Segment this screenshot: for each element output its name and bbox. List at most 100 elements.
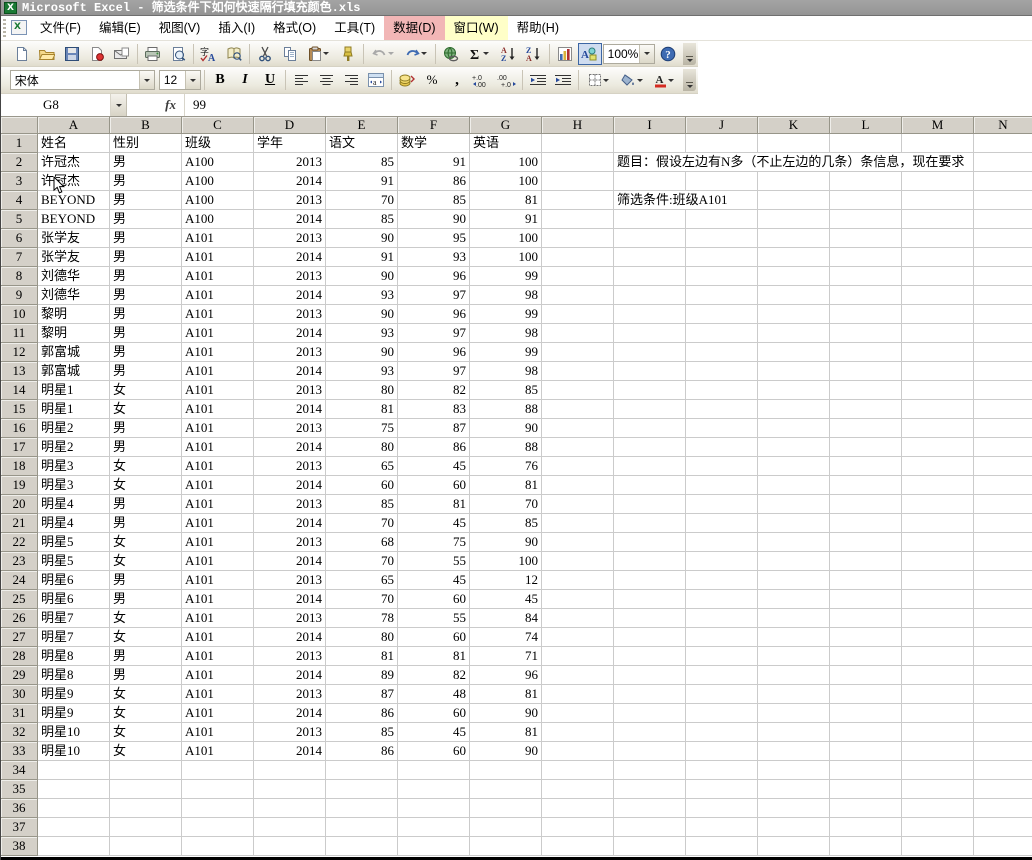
cell-F16[interactable]: 87	[398, 419, 470, 438]
cell-E29[interactable]: 89	[326, 666, 398, 685]
col-header-D[interactable]: D	[254, 117, 326, 134]
cell-C22[interactable]: A101	[182, 533, 254, 552]
cell-F20[interactable]: 81	[398, 495, 470, 514]
cell-K32[interactable]	[758, 723, 830, 742]
drawing-button[interactable]: A	[577, 42, 602, 65]
cell-L15[interactable]	[830, 400, 902, 419]
cell-A4[interactable]: BEYOND	[38, 191, 110, 210]
cell-H21[interactable]	[542, 514, 614, 533]
currency-button[interactable]	[395, 69, 419, 91]
cell-F5[interactable]: 90	[398, 210, 470, 229]
cell-N34[interactable]	[974, 761, 1032, 780]
menu-item-edit[interactable]: 编辑(E)	[90, 16, 150, 40]
annotation-I4[interactable]: 筛选条件:班级A101	[617, 191, 732, 209]
row-header-30[interactable]: 30	[1, 685, 38, 704]
cell-C2[interactable]: A100	[182, 153, 254, 172]
row-header-8[interactable]: 8	[1, 267, 38, 286]
cell-G29[interactable]: 96	[470, 666, 542, 685]
cell-H26[interactable]	[542, 609, 614, 628]
cell-N25[interactable]	[974, 590, 1032, 609]
cell-H7[interactable]	[542, 248, 614, 267]
cell-D10[interactable]: 2013	[254, 305, 326, 324]
row-header-4[interactable]: 4	[1, 191, 38, 210]
cell-C1[interactable]: 班级	[182, 134, 254, 153]
cell-A14[interactable]: 明星1	[38, 381, 110, 400]
cell-F38[interactable]	[398, 837, 470, 856]
cell-D33[interactable]: 2014	[254, 742, 326, 761]
cell-C31[interactable]: A101	[182, 704, 254, 723]
menu-item-view[interactable]: 视图(V)	[150, 16, 210, 40]
cell-B4[interactable]: 男	[110, 191, 182, 210]
cell-L4[interactable]	[830, 191, 902, 210]
cell-G30[interactable]: 81	[470, 685, 542, 704]
cell-E25[interactable]: 70	[326, 590, 398, 609]
cell-N17[interactable]	[974, 438, 1032, 457]
cell-E24[interactable]: 65	[326, 571, 398, 590]
cell-N26[interactable]	[974, 609, 1032, 628]
cell-M22[interactable]	[902, 533, 974, 552]
cell-D22[interactable]: 2013	[254, 533, 326, 552]
cell-E36[interactable]	[326, 799, 398, 818]
cell-G21[interactable]: 85	[470, 514, 542, 533]
cell-M26[interactable]	[902, 609, 974, 628]
cell-I7[interactable]	[614, 248, 686, 267]
cell-D18[interactable]: 2013	[254, 457, 326, 476]
cell-D36[interactable]	[254, 799, 326, 818]
permission-button[interactable]	[85, 43, 109, 65]
cell-C4[interactable]: A100	[182, 191, 254, 210]
redo-button[interactable]	[400, 43, 432, 65]
cell-H31[interactable]	[542, 704, 614, 723]
cell-N10[interactable]	[974, 305, 1032, 324]
cell-K1[interactable]	[758, 134, 830, 153]
cell-J11[interactable]	[686, 324, 758, 343]
cell-H23[interactable]	[542, 552, 614, 571]
cell-L8[interactable]	[830, 267, 902, 286]
cell-M13[interactable]	[902, 362, 974, 381]
cell-F8[interactable]: 96	[398, 267, 470, 286]
cell-M12[interactable]	[902, 343, 974, 362]
cell-B26[interactable]: 女	[110, 609, 182, 628]
cell-D27[interactable]: 2014	[254, 628, 326, 647]
cell-J27[interactable]	[686, 628, 758, 647]
row-header-15[interactable]: 15	[1, 400, 38, 419]
col-header-L[interactable]: L	[830, 117, 902, 134]
menu-item-help[interactable]: 帮助(H)	[508, 16, 568, 40]
cell-B30[interactable]: 女	[110, 685, 182, 704]
cell-G38[interactable]	[470, 837, 542, 856]
cell-E19[interactable]: 60	[326, 476, 398, 495]
cell-B9[interactable]: 男	[110, 286, 182, 305]
cell-K15[interactable]	[758, 400, 830, 419]
cell-D37[interactable]	[254, 818, 326, 837]
cell-G12[interactable]: 99	[470, 343, 542, 362]
cell-C5[interactable]: A100	[182, 210, 254, 229]
cell-L27[interactable]	[830, 628, 902, 647]
row-header-17[interactable]: 17	[1, 438, 38, 457]
cell-A6[interactable]: 张学友	[38, 229, 110, 248]
cell-A11[interactable]: 黎明	[38, 324, 110, 343]
cell-I25[interactable]	[614, 590, 686, 609]
cell-L14[interactable]	[830, 381, 902, 400]
cell-C34[interactable]	[182, 761, 254, 780]
cell-J20[interactable]	[686, 495, 758, 514]
cell-F35[interactable]	[398, 780, 470, 799]
cell-K20[interactable]	[758, 495, 830, 514]
cell-I6[interactable]	[614, 229, 686, 248]
cell-K16[interactable]	[758, 419, 830, 438]
cell-G13[interactable]: 98	[470, 362, 542, 381]
cell-C19[interactable]: A101	[182, 476, 254, 495]
cell-H10[interactable]	[542, 305, 614, 324]
cell-J38[interactable]	[686, 837, 758, 856]
cell-J31[interactable]	[686, 704, 758, 723]
cell-K10[interactable]	[758, 305, 830, 324]
cell-K30[interactable]	[758, 685, 830, 704]
cell-G18[interactable]: 76	[470, 457, 542, 476]
cell-L5[interactable]	[830, 210, 902, 229]
cell-F13[interactable]: 97	[398, 362, 470, 381]
cell-E14[interactable]: 80	[326, 381, 398, 400]
col-header-G[interactable]: G	[470, 117, 542, 134]
cell-K22[interactable]	[758, 533, 830, 552]
cell-D34[interactable]	[254, 761, 326, 780]
font-name-combo[interactable]: 宋体	[9, 70, 155, 90]
cell-M8[interactable]	[902, 267, 974, 286]
cell-C32[interactable]: A101	[182, 723, 254, 742]
